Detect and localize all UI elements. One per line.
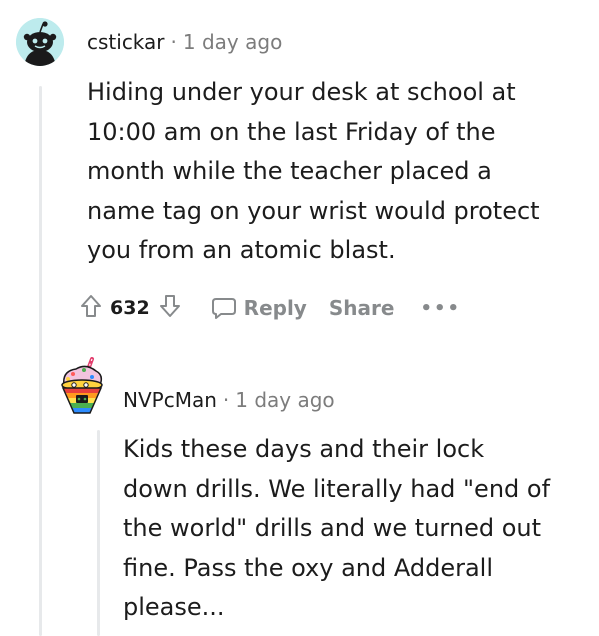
- share-label: Share: [328, 296, 395, 320]
- reply-button[interactable]: Reply: [211, 295, 307, 321]
- username-link[interactable]: cstickar: [87, 30, 165, 54]
- reply-label: Reply: [243, 296, 307, 320]
- comment-actions: 632 Reply Share •••: [80, 290, 461, 326]
- comment-body: Hiding under your desk at school at 10:0…: [87, 73, 577, 271]
- user-avatar[interactable]: [16, 18, 64, 66]
- meta-separator: ·: [222, 388, 230, 412]
- comment-body-line: down drills. We literally had "end of: [123, 474, 551, 503]
- nft-cupcake-avatar-icon: [61, 357, 103, 414]
- thread-line-reply[interactable]: [97, 430, 100, 636]
- snoo-avatar-icon: [16, 18, 64, 66]
- comment-body-line: 10:00 am on the last Friday of the: [87, 117, 496, 146]
- downvote-icon[interactable]: [159, 294, 181, 322]
- timestamp[interactable]: 1 day ago: [235, 388, 334, 412]
- comment-body-line: you from an atomic blast.: [87, 236, 396, 264]
- user-avatar[interactable]: [56, 357, 108, 417]
- comment-body-line: fine. Pass the oxy and Adderall: [123, 553, 494, 582]
- share-button[interactable]: Share: [329, 296, 395, 320]
- comment-body-line: Hiding under your desk at school at: [87, 78, 516, 106]
- comment-body-line: month while the teacher placed a: [87, 157, 492, 185]
- vote-score: 632: [110, 297, 150, 319]
- meta-separator: ·: [170, 30, 177, 54]
- comment-bubble-icon: [211, 298, 236, 319]
- comment-body: Kids these days and their lock down dril…: [123, 430, 583, 628]
- comment-body-line: please...: [123, 593, 225, 621]
- comment-meta: cstickar · 1 day ago: [87, 30, 282, 54]
- comment-body-line: the world" drills and we turned out: [123, 514, 542, 542]
- username-link[interactable]: NVPcMan: [123, 388, 217, 412]
- comment-body-line: name tag on your wrist would protect: [87, 196, 540, 225]
- comment-body-line: Kids these days and their lock: [123, 435, 485, 463]
- upvote-icon[interactable]: [80, 294, 102, 322]
- thread-line[interactable]: [39, 86, 42, 636]
- timestamp[interactable]: 1 day ago: [183, 30, 282, 54]
- more-options-button[interactable]: •••: [420, 298, 461, 319]
- more-options-icon: •••: [420, 297, 461, 319]
- comment-meta: NVPcMan · 1 day ago: [123, 388, 335, 412]
